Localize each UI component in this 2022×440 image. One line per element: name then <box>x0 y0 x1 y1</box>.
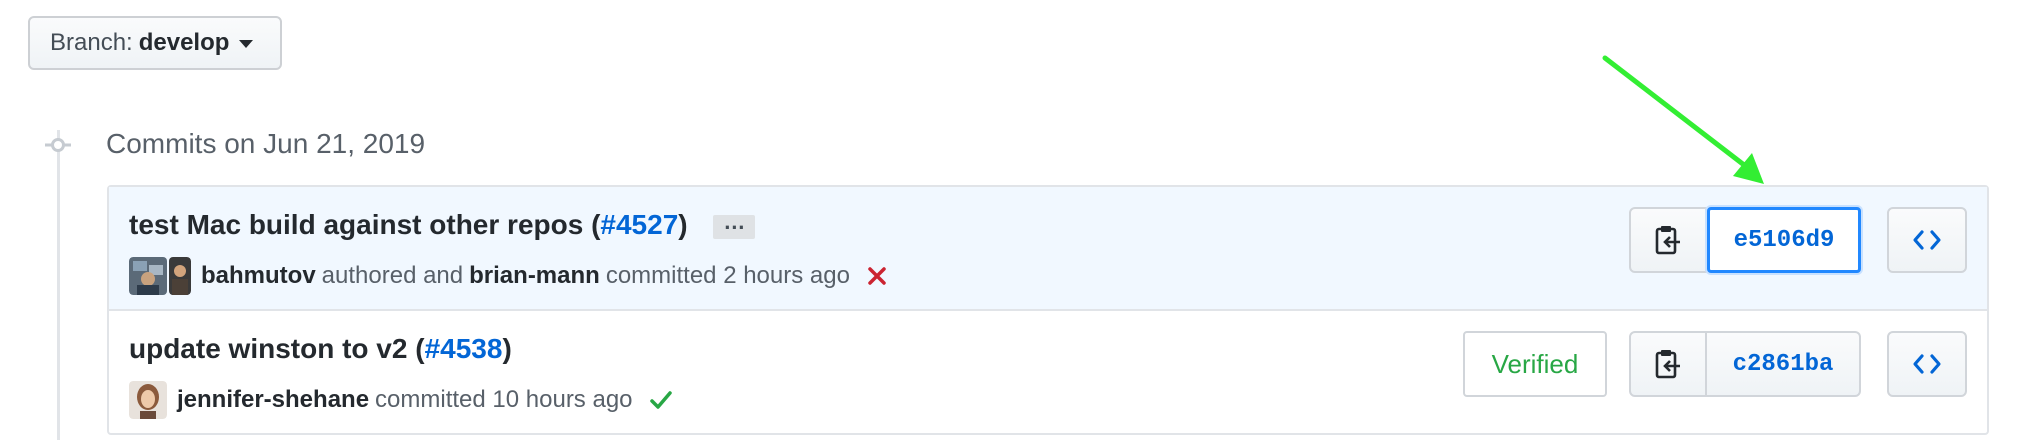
commits-date-header: Commits on Jun 21, 2019 <box>106 128 426 159</box>
copy-sha-button[interactable] <box>1629 207 1707 273</box>
sha-button-group: c2861ba <box>1629 331 1861 397</box>
avatar[interactable] <box>129 381 167 419</box>
expand-message-button[interactable]: … <box>713 210 756 239</box>
author-link[interactable]: jennifer-shehane <box>177 386 369 414</box>
commit-meta: bahmutov authored and brian-mann committ… <box>129 257 888 295</box>
avatar-stack[interactable] <box>129 257 191 295</box>
clippy-icon <box>1655 350 1680 379</box>
commit-message: test Mac build against other repos (#452… <box>129 209 756 241</box>
branch-label: Branch: <box>50 29 133 56</box>
clippy-icon <box>1655 226 1680 255</box>
commit-meta: jennifer-shehane committed 10 hours ago <box>129 381 673 419</box>
branch-select-button[interactable]: Branch: develop <box>28 16 282 70</box>
author-link[interactable]: bahmutov <box>201 262 316 290</box>
committed-time: committed 2 hours ago <box>605 262 850 289</box>
copy-sha-button[interactable] <box>1629 331 1707 397</box>
commit-title-link[interactable]: test Mac build against other repos ( <box>129 209 600 240</box>
commit-title-link[interactable]: update winston to v2 ( <box>129 333 425 364</box>
committer-link[interactable]: brian-mann <box>469 262 600 290</box>
browse-repository-button[interactable] <box>1887 331 1967 397</box>
git-commit-icon <box>45 138 71 152</box>
verified-badge[interactable]: Verified <box>1463 331 1607 397</box>
branch-name: develop <box>138 29 230 56</box>
commit-title-end[interactable]: ) <box>678 209 687 240</box>
commit-message: update winston to v2 (#4538) <box>129 333 512 365</box>
sha-button-group: e5106d9 <box>1629 207 1861 273</box>
commit-list: test Mac build against other repos (#452… <box>107 185 1989 435</box>
caret-down-icon <box>239 40 254 48</box>
commit-sha-button[interactable]: e5106d9 <box>1707 207 1861 273</box>
commit-row: test Mac build against other repos (#452… <box>109 187 1987 311</box>
code-icon <box>1913 354 1941 374</box>
pull-request-link[interactable]: #4538 <box>425 333 503 364</box>
commit-title-end[interactable]: ) <box>502 333 511 364</box>
avatar <box>129 257 191 295</box>
committed-time: committed 10 hours ago <box>375 386 633 413</box>
browse-repository-button[interactable] <box>1887 207 1967 273</box>
timeline-line <box>57 130 60 440</box>
commit-row: update winston to v2 (#4538) jennifer-sh… <box>109 311 1987 433</box>
authored-text: authored and <box>321 262 464 289</box>
check-icon[interactable] <box>649 389 673 411</box>
avatar-image <box>129 381 167 419</box>
pull-request-link[interactable]: #4527 <box>600 209 678 240</box>
commit-sha-button[interactable]: c2861ba <box>1707 331 1861 397</box>
x-icon[interactable] <box>866 265 888 287</box>
code-icon <box>1913 230 1941 250</box>
